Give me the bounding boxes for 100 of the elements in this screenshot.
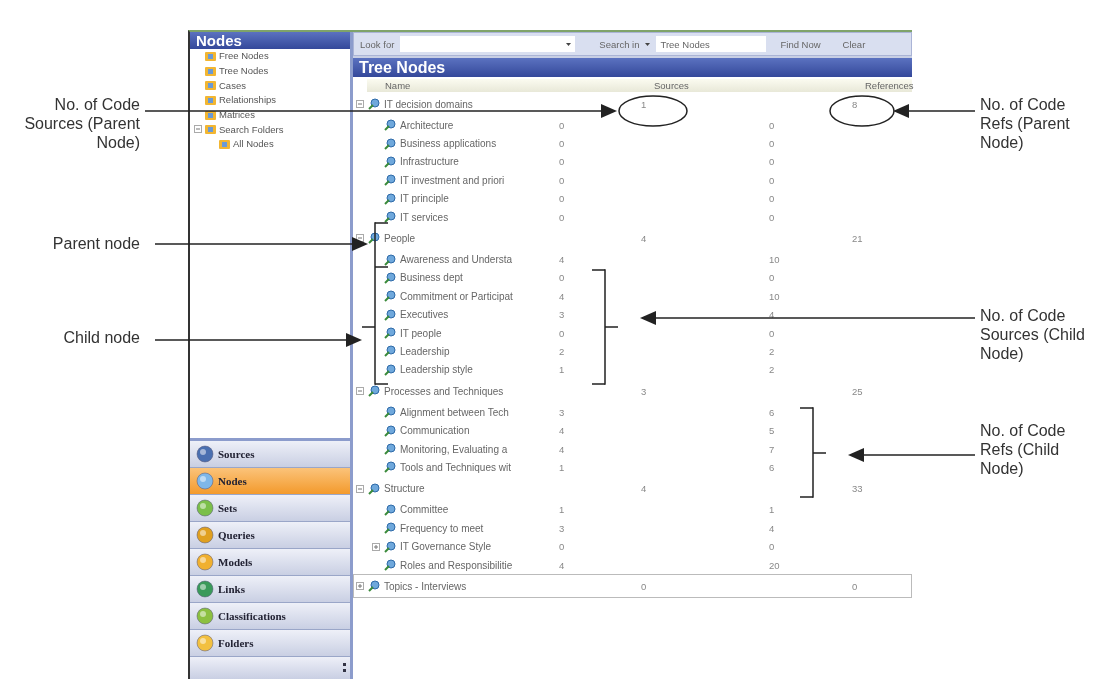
tree-row[interactable]: IT decision domains 1 8 (353, 92, 912, 116)
folder-item[interactable]: All Nodes (233, 138, 274, 150)
tree-row[interactable]: Business applications 0 0 (353, 134, 912, 153)
tree-row[interactable]: IT principle 0 0 (353, 189, 912, 208)
node-name: Topics - Interviews (384, 580, 467, 592)
sources-count: 4 (559, 559, 566, 571)
tree-row[interactable]: IT services 0 0 (353, 207, 912, 227)
tree-row[interactable]: Executives 3 4 (353, 305, 912, 324)
tree-row[interactable]: IT investment and priori 0 0 (353, 171, 912, 190)
search-in-label: Search in (599, 38, 640, 50)
node-icon (368, 98, 380, 110)
tree-row[interactable]: Leadership 2 2 (353, 342, 912, 361)
node-icon (368, 482, 380, 495)
folder-item[interactable]: Matrices (219, 109, 255, 121)
tree-row[interactable]: Topics - Interviews 0 0 (353, 574, 912, 599)
tree-row[interactable]: Communication 4 5 (353, 421, 912, 440)
sources-count: 4 (559, 290, 566, 302)
column-heading[interactable]: References (865, 80, 914, 91)
column-heading[interactable]: Name (367, 80, 572, 91)
node-icon (368, 580, 380, 593)
node-name: IT services (400, 211, 449, 223)
references-count: 2 (769, 364, 776, 376)
node-name: Tools and Techniques wit (400, 461, 511, 473)
tree-row[interactable]: Leadership style 1 2 (353, 360, 912, 380)
tree-row[interactable]: Awareness and Understa 4 10 (353, 250, 912, 269)
tree-row[interactable]: Processes and Techniques 3 25 (353, 379, 912, 404)
node-name: IT decision domains (384, 98, 473, 110)
node-name: Architecture (400, 119, 454, 131)
references-count: 10 (769, 254, 781, 266)
node-icon (384, 290, 396, 303)
tree-row[interactable]: Infrastructure 0 0 (353, 152, 912, 172)
nav-button[interactable]: Classifications (190, 603, 350, 630)
dropdown-icon[interactable] (645, 42, 651, 46)
node-icon (384, 406, 396, 419)
folder-item[interactable]: Cases (219, 79, 246, 91)
dropdown-icon[interactable] (566, 42, 572, 46)
search-in-field[interactable]: Tree Nodes (656, 36, 767, 52)
tree-row[interactable]: Structure 4 33 (353, 476, 912, 501)
references-count: 0 (769, 193, 776, 205)
find-bar-button[interactable]: Clear (834, 38, 874, 50)
expand-icon[interactable] (356, 582, 364, 591)
grip-icon[interactable] (343, 663, 346, 673)
tree-row[interactable]: Frequency to meet 3 4 (353, 519, 912, 538)
nav-icon (196, 634, 214, 652)
node-name: Business dept (400, 272, 463, 284)
sources-count: 0 (559, 193, 566, 205)
tree-row[interactable]: Business dept 0 0 (353, 268, 912, 288)
nav-button[interactable]: Sets (190, 495, 350, 522)
tree-row[interactable]: Roles and Responsibilitie 4 20 (353, 555, 912, 575)
references-count: 8 (852, 98, 859, 110)
node-name: IT people (400, 327, 442, 339)
sources-count: 1 (641, 98, 648, 110)
tree-row[interactable]: Committee 1 1 (353, 500, 912, 520)
folder-item[interactable]: Search Folders (219, 123, 284, 135)
references-count: 6 (769, 461, 776, 473)
node-name: Committee (400, 504, 449, 516)
folder-icon (219, 138, 230, 149)
nav-icon (196, 472, 214, 490)
look-for-label: Look for (360, 38, 395, 50)
references-count: 5 (769, 425, 776, 437)
folder-icon (205, 80, 216, 91)
nav-button[interactable]: Folders (190, 630, 350, 657)
folder-item[interactable]: Relationships (219, 94, 277, 106)
sources-count: 3 (641, 385, 648, 397)
find-bar-button[interactable]: Find Now (772, 38, 829, 50)
tree-row[interactable]: Tools and Techniques wit 1 6 (353, 458, 912, 477)
tree-row[interactable]: Monitoring, Evaluating a 4 7 (353, 439, 912, 459)
pane-title: Nodes (190, 32, 350, 49)
node-name: Business applications (400, 138, 497, 150)
nav-button[interactable]: Links (190, 576, 350, 603)
node-name: Processes and Techniques (384, 385, 504, 397)
node-name: Infrastructure (400, 156, 459, 168)
nav-button[interactable]: Queries (190, 522, 350, 549)
node-name: Leadership style (400, 364, 473, 376)
folder-item[interactable]: Free Nodes (219, 50, 269, 62)
nav-button[interactable]: Nodes (190, 468, 350, 495)
folder-item[interactable]: Tree Nodes (219, 65, 269, 77)
sources-count: 1 (559, 461, 566, 473)
references-count: 0 (769, 138, 776, 150)
tree-row[interactable]: Architecture 0 0 (353, 116, 912, 135)
sources-count: 0 (559, 156, 566, 168)
nav-button[interactable]: Sources (190, 441, 350, 468)
sources-count: 0 (559, 272, 566, 284)
look-for-field[interactable] (400, 36, 576, 52)
node-icon (384, 155, 396, 168)
expand-icon[interactable] (372, 542, 380, 551)
references-count: 0 (769, 541, 776, 553)
node-icon (384, 503, 396, 516)
tree-row[interactable]: Commitment or Participat 4 10 (353, 287, 912, 306)
folder-icon (205, 65, 216, 76)
column-heading[interactable]: Sources (654, 80, 782, 91)
tree-row[interactable]: IT Governance Style 0 0 (353, 537, 912, 556)
references-count: 25 (852, 385, 864, 397)
node-icon (368, 385, 380, 398)
references-count: 20 (769, 559, 781, 571)
tree-row[interactable]: IT people 0 0 (353, 323, 912, 343)
node-icon (384, 443, 396, 456)
tree-row[interactable]: Alignment between Tech 3 6 (353, 403, 912, 422)
nav-button[interactable]: Models (190, 549, 350, 576)
references-count: 2 (769, 346, 776, 357)
